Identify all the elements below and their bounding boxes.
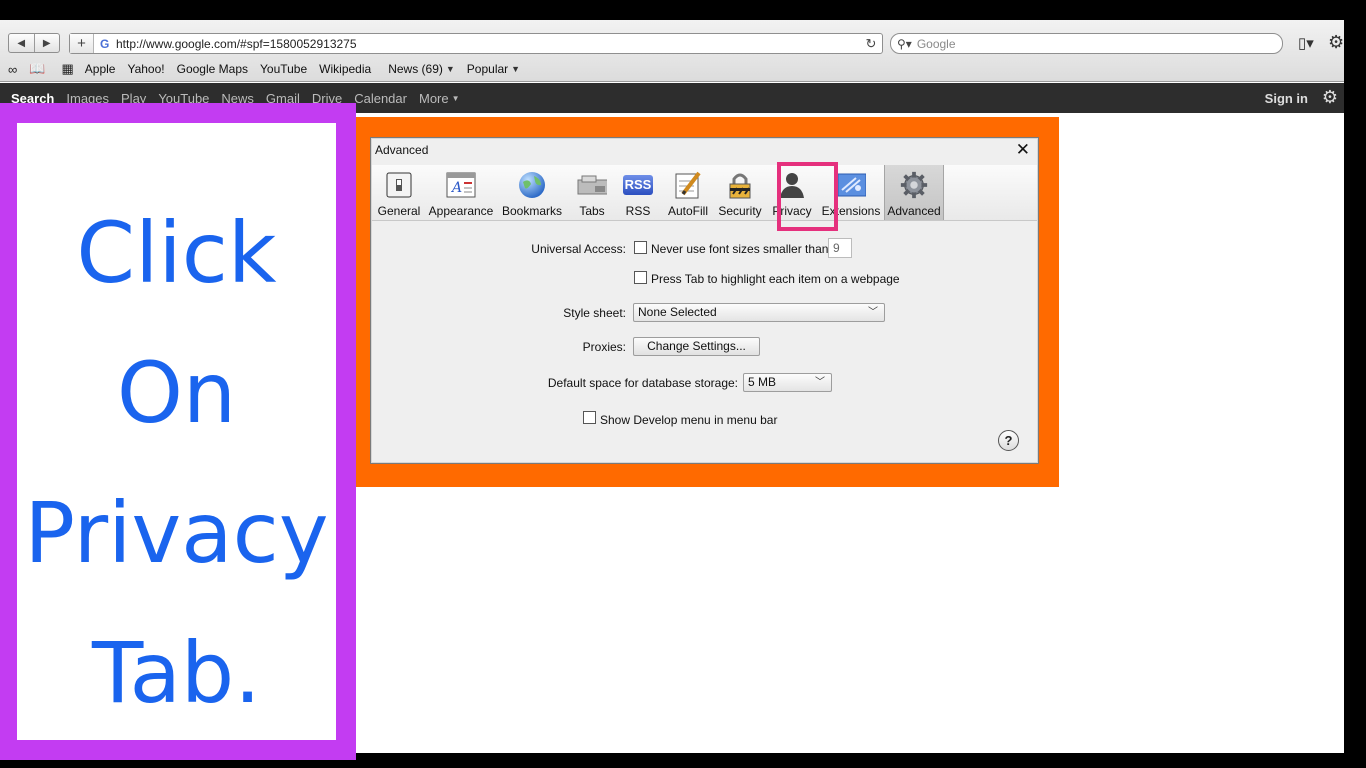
- privacy-tab-highlight: [777, 162, 838, 231]
- top-sites-grid-icon[interactable]: ▦: [61, 61, 73, 77]
- tabs-icon: [577, 170, 607, 200]
- tab-highlight-checkbox[interactable]: [634, 271, 647, 284]
- chevron-down-icon[interactable]: ▼: [452, 94, 460, 103]
- address-bar[interactable]: + G http://www.google.com/#spf=158005291…: [69, 33, 883, 54]
- browser-toolbar: ◀ ▶ + G http://www.google.com/#spf=15800…: [0, 20, 1344, 82]
- style-sheet-label: Style sheet:: [563, 306, 626, 320]
- tab-label: Tabs: [579, 204, 605, 218]
- style-sheet-value: None Selected: [638, 305, 717, 319]
- bookmark-google-maps[interactable]: Google Maps: [177, 62, 248, 76]
- url-text[interactable]: http://www.google.com/#spf=1580052913275: [116, 37, 860, 51]
- font-size-option-label: Never use font sizes smaller than: [651, 242, 829, 256]
- general-switch-icon: [384, 170, 414, 200]
- nav-buttons: ◀ ▶: [8, 33, 60, 53]
- bookmarks-book-icon[interactable]: 📖: [29, 61, 45, 77]
- font-size-checkbox[interactable]: [634, 241, 647, 254]
- gbar-calendar[interactable]: Calendar: [354, 91, 407, 106]
- universal-access-label: Universal Access:: [531, 242, 626, 256]
- svg-text:A: A: [450, 180, 462, 196]
- rss-icon-text: RSS: [623, 175, 653, 195]
- chevron-down-icon[interactable]: ▼: [446, 64, 455, 74]
- tab-label: Bookmarks: [501, 204, 563, 218]
- instruction-line-1: Click On: [76, 204, 277, 442]
- tab-label: Advanced: [887, 204, 941, 218]
- tab-label: RSS: [625, 204, 651, 218]
- preferences-dialog: Advanced ✕ General A Appearance Bookmark…: [370, 137, 1039, 464]
- page-menu-icon[interactable]: ▯▾: [1298, 34, 1314, 52]
- instruction-line-2: Privacy: [24, 484, 329, 582]
- instruction-line-3: Tab.: [92, 624, 261, 722]
- rss-icon: RSS: [623, 170, 653, 200]
- bookmark-popular[interactable]: Popular: [467, 62, 508, 76]
- extensions-puzzle-icon: [836, 170, 866, 200]
- tab-advanced[interactable]: Advanced: [884, 165, 944, 220]
- instruction-panel: Click On Privacy Tab.: [0, 103, 356, 760]
- develop-menu-option-label: Show Develop menu in menu bar: [600, 413, 778, 427]
- forward-arrow-icon[interactable]: ▶: [35, 34, 60, 52]
- proxies-label: Proxies:: [582, 340, 626, 354]
- dialog-highlight-frame: Advanced ✕ General A Appearance Bookmark…: [356, 117, 1059, 487]
- search-icon: ⚲▾: [897, 36, 912, 51]
- chevron-down-icon: ﹀: [815, 377, 825, 388]
- tab-security[interactable]: Security: [717, 165, 763, 220]
- tab-appearance[interactable]: A Appearance: [426, 165, 496, 220]
- tab-label: General: [377, 204, 421, 218]
- database-storage-select[interactable]: 5 MB ﹀: [743, 373, 832, 392]
- tab-autofill[interactable]: AutoFill: [664, 165, 712, 220]
- bookmark-yahoo[interactable]: Yahoo!: [127, 62, 164, 76]
- style-sheet-select[interactable]: None Selected ﹀: [633, 303, 885, 322]
- tab-label: Appearance: [428, 204, 494, 218]
- autofill-pencil-icon: [673, 170, 703, 200]
- search-field[interactable]: ⚲▾ Google: [890, 33, 1283, 54]
- back-arrow-icon[interactable]: ◀: [9, 34, 35, 52]
- add-bookmark-icon[interactable]: +: [70, 34, 94, 53]
- reload-icon[interactable]: ↻: [860, 36, 882, 52]
- appearance-icon: A: [446, 170, 476, 200]
- advanced-gear-icon: [899, 170, 929, 200]
- dialog-title: Advanced: [375, 143, 429, 157]
- security-lock-icon: [725, 170, 755, 200]
- search-placeholder: Google: [916, 36, 956, 51]
- tab-tabs[interactable]: Tabs: [572, 165, 612, 220]
- preferences-tab-strip: General A Appearance Bookmarks Tabs RSS …: [372, 165, 1037, 221]
- chevron-down-icon: ﹀: [868, 307, 878, 318]
- settings-gear-icon[interactable]: ⚙: [1328, 32, 1344, 53]
- database-storage-value: 5 MB: [748, 375, 777, 389]
- bookmark-news[interactable]: News (69): [388, 62, 443, 76]
- database-storage-label: Default space for database storage:: [547, 376, 738, 390]
- tab-bookmarks[interactable]: Bookmarks: [500, 165, 564, 220]
- develop-menu-checkbox[interactable]: [583, 411, 596, 424]
- bookmark-apple[interactable]: Apple: [85, 62, 116, 76]
- tab-highlight-option-label: Press Tab to highlight each item on a we…: [651, 272, 900, 286]
- change-settings-button[interactable]: Change Settings...: [633, 337, 760, 356]
- tab-general[interactable]: General: [376, 165, 422, 220]
- help-button[interactable]: ?: [998, 430, 1019, 451]
- tab-label: Security: [718, 204, 762, 218]
- bookmark-wikipedia[interactable]: Wikipedia: [319, 62, 371, 76]
- bookmark-youtube[interactable]: YouTube: [260, 62, 307, 76]
- instruction-text: Click On Privacy Tab.: [17, 183, 336, 743]
- gear-icon[interactable]: ⚙: [1322, 87, 1338, 108]
- tab-rss[interactable]: RSS RSS: [618, 165, 658, 220]
- bookmarks-bar: ∞ 📖 ▦ Apple Yahoo! Google Maps YouTube W…: [0, 58, 1344, 80]
- reading-list-glasses-icon[interactable]: ∞: [8, 62, 17, 77]
- gbar-more[interactable]: More: [419, 91, 449, 106]
- bookmarks-globe-icon: [517, 170, 547, 200]
- chevron-down-icon[interactable]: ▼: [511, 64, 520, 74]
- screen: ◀ ▶ + G http://www.google.com/#spf=15800…: [0, 0, 1366, 768]
- close-icon[interactable]: ✕: [1016, 140, 1030, 160]
- tab-label: AutoFill: [667, 204, 708, 218]
- instruction-card: Click On Privacy Tab.: [17, 123, 336, 740]
- google-favicon-icon: G: [100, 36, 110, 51]
- font-size-field[interactable]: 9: [828, 238, 852, 258]
- sign-in-link[interactable]: Sign in: [1265, 91, 1308, 106]
